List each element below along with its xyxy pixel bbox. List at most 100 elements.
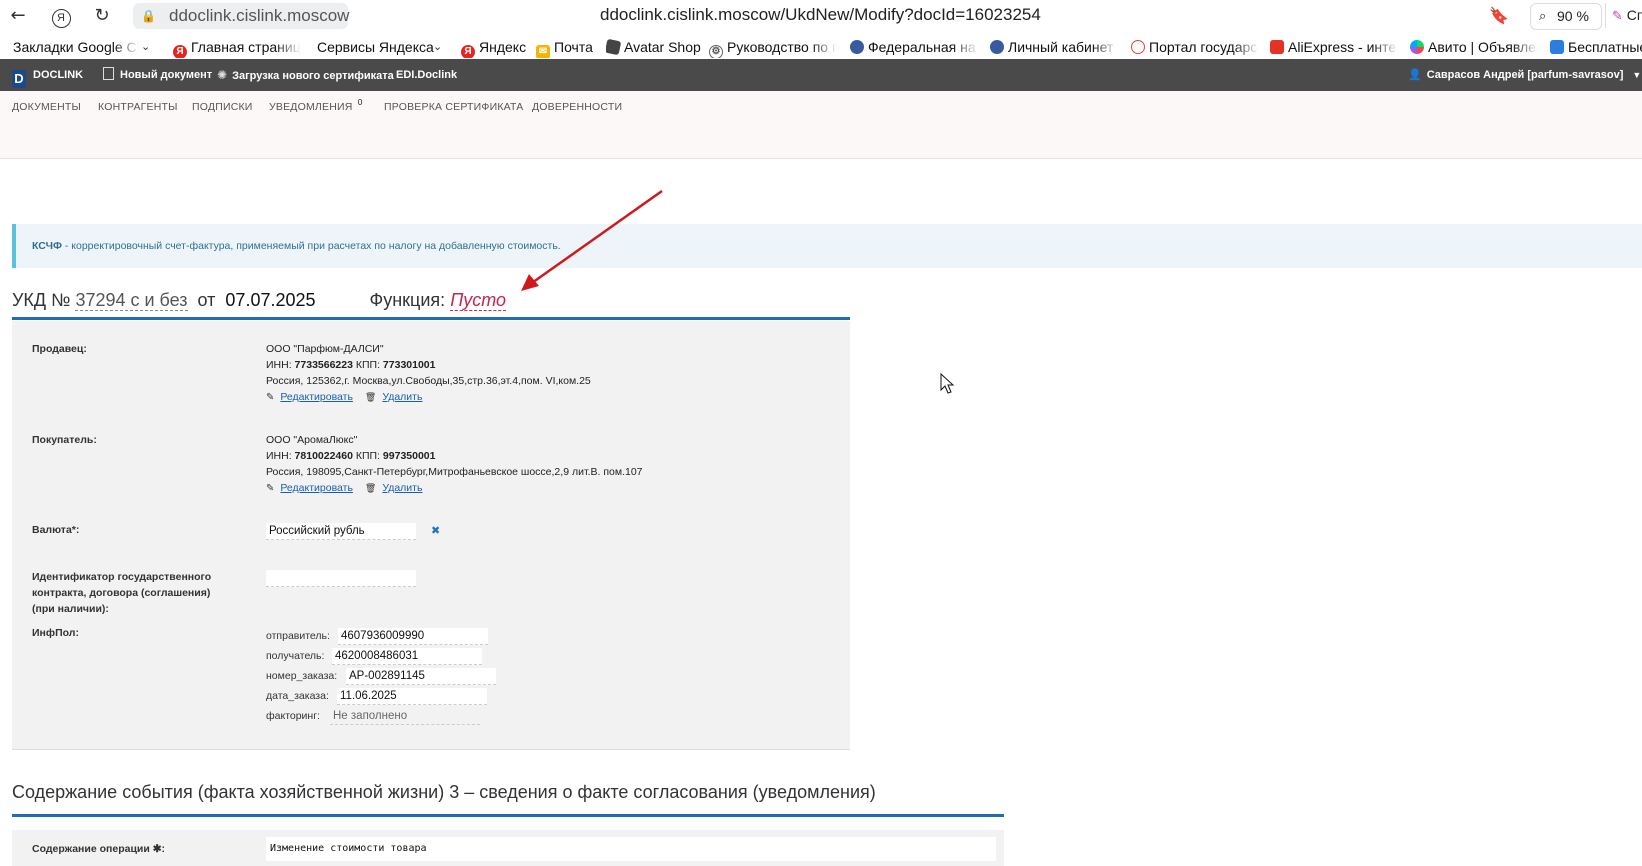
bookmark-icon[interactable]: 🔖 [1489, 6, 1509, 26]
menu-certificate-check[interactable]: ПРОВЕРКА СЕРТИФИКАТА [384, 101, 524, 113]
infpol-receiver-input[interactable]: 4620008486031 [332, 648, 482, 665]
operation-label: Содержание операции ✱: [32, 843, 166, 855]
bookmark-item[interactable]: ✉ Почта [536, 36, 593, 58]
currency-select[interactable]: Российский рубль [266, 523, 416, 540]
doclink-logo-icon: D [12, 70, 26, 88]
upload-certificate-link[interactable]: ✺ Загрузка нового сертификата [217, 59, 394, 92]
back-icon[interactable]: ← [7, 5, 29, 27]
contract-id-label: Идентификатор государственного контракта… [32, 571, 212, 615]
infpol-receiver-label: получатель: [266, 650, 325, 662]
document-date[interactable]: 07.07.2025 [225, 290, 315, 310]
document-number[interactable]: 37294 с и без [75, 290, 188, 311]
currency-label: Валюта*: [32, 524, 80, 536]
zoom-indicator[interactable]: ⌕ 90 % [1530, 3, 1602, 30]
roblox-icon [606, 38, 622, 56]
bookmark-item[interactable]: Avatar Shop [606, 36, 701, 58]
avito-icon [1410, 40, 1424, 54]
infpol-order-number-input[interactable]: AP-002891145 [346, 668, 496, 685]
menu-contractors[interactable]: КОНТРАГЕНТЫ [98, 101, 178, 113]
seller-delete-link[interactable]: Удалить [382, 391, 422, 403]
new-document-link[interactable]: Новый документ [103, 59, 212, 91]
user-menu[interactable]: 👤 Саврасов Андрей [parfum-savrasov] ▼ [1408, 59, 1641, 91]
edi-link[interactable]: EDI.Doclink [396, 59, 457, 91]
function-value[interactable]: Пусто [450, 290, 507, 311]
caret-down-icon: ▼ [1632, 70, 1642, 80]
bookmark-item[interactable]: Закладки Google Ch [13, 36, 139, 58]
buyer-delete-link[interactable]: Удалить [382, 482, 422, 494]
aliexpress-icon [1270, 40, 1284, 54]
bookmark-item[interactable]: Федеральная нал [850, 36, 978, 58]
reload-icon[interactable]: ↻ [91, 5, 113, 27]
seller-label: Продавец: [32, 343, 87, 355]
sparkle-icon: ✎ [1612, 9, 1623, 24]
brand-logo[interactable]: D DOCLINK [12, 59, 83, 91]
seller-edit-link[interactable]: Редактировать [280, 391, 353, 403]
bookmark-item[interactable]: Личный кабинет [990, 36, 1118, 58]
url-domain-badge[interactable]: 🔒 ddoclink.cislink.moscow [133, 3, 349, 29]
contract-id-input[interactable] [266, 570, 416, 587]
bookmark-item[interactable]: Сервисы Яндекса [317, 36, 434, 58]
document-title: УКД № 37294 с и без от 07.07.2025 Функци… [12, 290, 507, 311]
trash-icon: 🗑 [364, 484, 377, 494]
seller-address: Россия, 125362,г. Москва,ул.Свободы,35,с… [266, 375, 591, 387]
document-form-panel: Продавец: ООО "Парфюм-ДАЛСИ" ИНН: 773356… [12, 321, 850, 750]
seller-name: ООО "Парфюм-ДАЛСИ" [266, 343, 384, 355]
infpol-order-date-input[interactable]: 11.06.2025 [337, 688, 487, 705]
menu-notifications[interactable]: УВЕДОМЛЕНИЯ 0 [269, 98, 362, 113]
document-icon [103, 67, 114, 80]
clear-icon[interactable]: ✖ [431, 524, 440, 537]
bookmark-item[interactable]: AliExpress - интер [1270, 36, 1398, 58]
bookmark-item[interactable]: Я Главная страница [173, 36, 301, 58]
buyer-edit-link[interactable]: Редактировать [280, 482, 353, 494]
side-panel-button[interactable]: ✎ Спр [1605, 3, 1642, 28]
buyer-name: ООО "АромаЛюкс" [266, 434, 358, 446]
section-3-panel: Содержание операции ✱: Изменение стоимос… [12, 830, 1004, 866]
pencil-icon: ✎ [266, 483, 275, 494]
buyer-inn-kpp: ИНН: 7810022460 КПП: 997350001 [266, 450, 436, 462]
bookmark-item[interactable]: Портал государс [1131, 36, 1259, 58]
section-3-title: Содержание события (факта хозяйственной … [12, 782, 876, 802]
user-icon: 👤 [1408, 68, 1422, 81]
operation-input[interactable]: Изменение стоимости товара [266, 837, 996, 861]
infpol-order-number-label: номер_заказа: [266, 670, 338, 682]
address-bar[interactable]: ddoclink.cislink.moscow/UkdNew/Modify?do… [600, 5, 1041, 25]
title-underline [12, 317, 850, 320]
yandex-icon: Я [461, 45, 475, 58]
notifications-count-badge: 0 [357, 98, 363, 107]
buyer-label: Покупатель: [32, 434, 97, 446]
pencil-icon: ✎ [266, 392, 275, 403]
seller-actions: ✎ Редактировать 🗑 Удалить [266, 389, 422, 406]
infpol-sender-input[interactable]: 4607936009990 [338, 628, 488, 645]
bookmark-item[interactable]: Авито | Объявлен [1410, 36, 1538, 58]
menu-subscriptions[interactable]: ПОДПИСКИ [192, 101, 253, 113]
bookmark-item[interactable]: ⚙ Руководство по п [709, 36, 837, 58]
mouse-cursor-icon [940, 373, 955, 394]
gear-icon: ⚙ [709, 45, 723, 58]
infpol-factoring-label: факторинг: [266, 710, 320, 722]
infpol-order-date-label: дата_заказа: [266, 690, 329, 702]
bookmark-item[interactable]: Бесплатные [1550, 36, 1642, 58]
annotation-arrow [521, 189, 663, 291]
menu-powers-of-attorney[interactable]: ДОВЕРЕННОСТИ [532, 101, 622, 113]
buyer-actions: ✎ Редактировать 🗑 Удалить [266, 480, 422, 497]
yandex-icon[interactable]: Я [50, 5, 72, 28]
buyer-address: Россия, 198095,Санкт-Петербург,Митрофань… [266, 466, 643, 478]
emblem-icon [990, 40, 1004, 54]
mail-icon: ✉ [536, 45, 550, 58]
yandex-icon: Я [173, 45, 187, 58]
chevron-down-icon[interactable]: ⌄ [433, 36, 442, 58]
menu-documents[interactable]: ДОКУМЕНТЫ [12, 101, 81, 113]
bookmark-item[interactable]: Я Яндекс [461, 36, 526, 58]
gosuslugi-icon [1131, 40, 1145, 54]
app-top-bar: D DOCLINK Новый документ ✺ Загрузка нового… [0, 59, 1642, 91]
gift-icon [1550, 40, 1564, 54]
info-banner: КСЧФ - корректировочный счет-фактура, пр… [12, 224, 1642, 268]
seller-inn-kpp: ИНН: 7733566223 КПП: 773301001 [266, 359, 436, 371]
lock-icon: 🔒 [141, 9, 156, 23]
chevron-down-icon[interactable]: ⌄ [141, 36, 150, 58]
browser-toolbar: ← Я ↻ 🔒 ddoclink.cislink.moscow ddoclink… [0, 0, 1642, 33]
gear-icon: ✺ [217, 68, 228, 82]
main-menu: ДОКУМЕНТЫ КОНТРАГЕНТЫ ПОДПИСКИ УВЕДОМЛЕН… [0, 91, 1642, 159]
zoom-icon: ⌕ [1539, 9, 1547, 24]
infpol-factoring-input[interactable]: Не заполнено [330, 708, 480, 725]
